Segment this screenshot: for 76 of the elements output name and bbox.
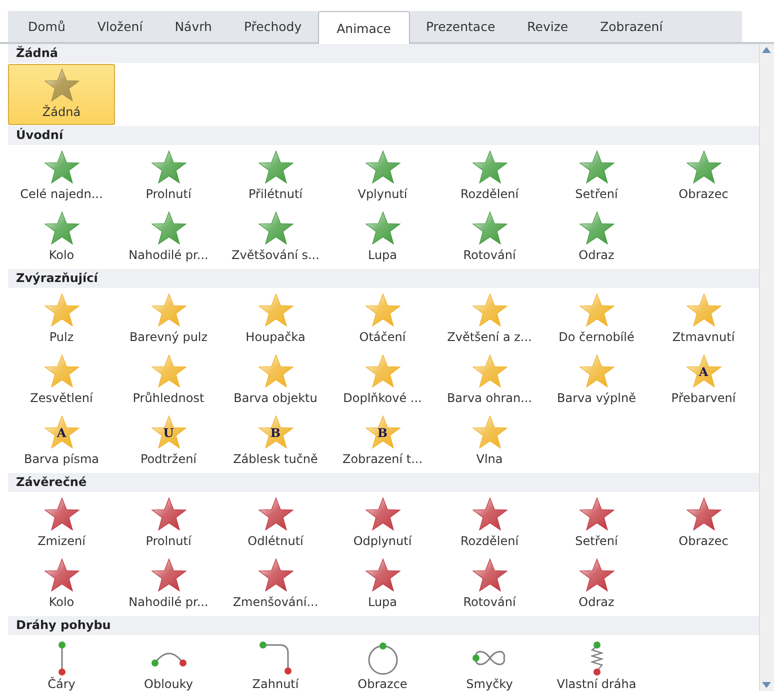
ribbon-tab[interactable]: Revize xyxy=(511,11,584,42)
section-header: Úvodní xyxy=(8,126,759,145)
ribbon-tab[interactable]: Přechody xyxy=(228,11,318,42)
animation-option[interactable]: Rotování xyxy=(436,207,543,268)
animation-option[interactable]: Rozdělení xyxy=(436,146,543,207)
scrollbar[interactable] xyxy=(759,44,774,691)
animation-option[interactable]: Oblouky xyxy=(115,636,222,691)
animation-option[interactable]: Zvětšení a z... xyxy=(436,289,543,350)
animation-option[interactable]: Ztmavnutí xyxy=(650,289,757,350)
ribbon-tab[interactable]: Animace xyxy=(318,11,410,44)
animation-option[interactable]: U Podtržení xyxy=(115,411,222,472)
star-letter: A xyxy=(698,365,710,379)
animation-option[interactable]: Čáry xyxy=(8,636,115,691)
section-header: Zvýrazňující xyxy=(8,269,759,288)
animation-option[interactable]: A Přebarvení xyxy=(650,350,757,411)
animation-option[interactable]: Zesvětlení xyxy=(8,350,115,411)
animation-option[interactable]: Odraz xyxy=(543,554,650,615)
ribbon-tab[interactable]: Domů xyxy=(12,11,82,42)
animation-option[interactable]: Setření xyxy=(543,146,650,207)
animation-option[interactable]: Kolo xyxy=(8,207,115,268)
motion-path-icon xyxy=(590,640,602,676)
animation-option[interactable]: Barva objektu xyxy=(222,350,329,411)
star-letter: B xyxy=(376,426,389,440)
animation-option[interactable]: Lupa xyxy=(329,554,436,615)
star-letter: A xyxy=(56,426,68,440)
animation-option[interactable]: Zvětšování s... xyxy=(222,207,329,268)
animation-option[interactable]: Obrazce xyxy=(329,636,436,691)
animation-option[interactable]: Smyčky xyxy=(436,636,543,691)
motion-path-icon xyxy=(58,640,66,676)
motion-path-icon xyxy=(368,642,398,674)
animation-option[interactable]: Otáčení xyxy=(329,289,436,350)
star-letter: B xyxy=(269,426,282,440)
motion-path-icon xyxy=(472,649,507,667)
animation-option[interactable]: Vlastní dráha xyxy=(543,636,650,691)
section-header: Žádná xyxy=(8,44,759,63)
animation-option[interactable]: Vlna xyxy=(436,411,543,472)
ribbon-tab[interactable]: Vložení xyxy=(81,11,159,42)
animation-option[interactable]: Obrazec xyxy=(650,146,757,207)
animation-option[interactable]: Vplynutí xyxy=(329,146,436,207)
animation-option[interactable]: Setření xyxy=(543,493,650,554)
animation-option[interactable]: Barevný pulz xyxy=(115,289,222,350)
animation-option[interactable]: Průhlednost xyxy=(115,350,222,411)
motion-path-icon xyxy=(259,641,292,675)
animation-option[interactable]: Zahnutí xyxy=(222,636,329,691)
animation-option[interactable]: Odplynutí xyxy=(329,493,436,554)
animation-option[interactable]: Odraz xyxy=(543,207,650,268)
animation-option[interactable]: Pulz xyxy=(8,289,115,350)
animation-option[interactable]: Doplňkové ... xyxy=(329,350,436,411)
animation-option[interactable]: B Záblesk tučně xyxy=(222,411,329,472)
animation-option[interactable]: Žádná xyxy=(8,64,115,125)
animation-option[interactable]: Zmizení xyxy=(8,493,115,554)
animation-option[interactable]: Prolnutí xyxy=(115,146,222,207)
animation-option[interactable]: Lupa xyxy=(329,207,436,268)
section-header: Dráhy pohybu xyxy=(8,616,759,635)
star-letter: U xyxy=(162,426,175,440)
animation-option[interactable]: A Barva písma xyxy=(8,411,115,472)
animation-option[interactable]: Nahodilé pr... xyxy=(115,554,222,615)
section-header: Závěrečné xyxy=(8,473,759,492)
animation-option[interactable]: Barva ohran... xyxy=(436,350,543,411)
animation-option[interactable]: Zmenšování... xyxy=(222,554,329,615)
ribbon-tab[interactable]: Prezentace xyxy=(410,11,512,42)
animation-option[interactable]: Kolo xyxy=(8,554,115,615)
animation-option[interactable]: Prolnutí xyxy=(115,493,222,554)
ribbon-tab[interactable]: Zobrazení xyxy=(584,11,679,42)
animation-option[interactable]: B Zobrazení t... xyxy=(329,411,436,472)
animation-option[interactable]: Rozdělení xyxy=(436,493,543,554)
animation-option[interactable]: Rotování xyxy=(436,554,543,615)
animation-option[interactable]: Přilétnutí xyxy=(222,146,329,207)
animation-option[interactable]: Nahodilé pr... xyxy=(115,207,222,268)
animation-option[interactable]: Obrazec xyxy=(650,493,757,554)
animation-option[interactable]: Barva výplně xyxy=(543,350,650,411)
animation-option[interactable]: Houpačka xyxy=(222,289,329,350)
animation-option[interactable]: Do černobílé xyxy=(543,289,650,350)
animation-option[interactable]: Odlétnutí xyxy=(222,493,329,554)
animation-option[interactable]: Celé najedn... xyxy=(8,146,115,207)
ribbon-tab[interactable]: Návrh xyxy=(158,11,228,42)
